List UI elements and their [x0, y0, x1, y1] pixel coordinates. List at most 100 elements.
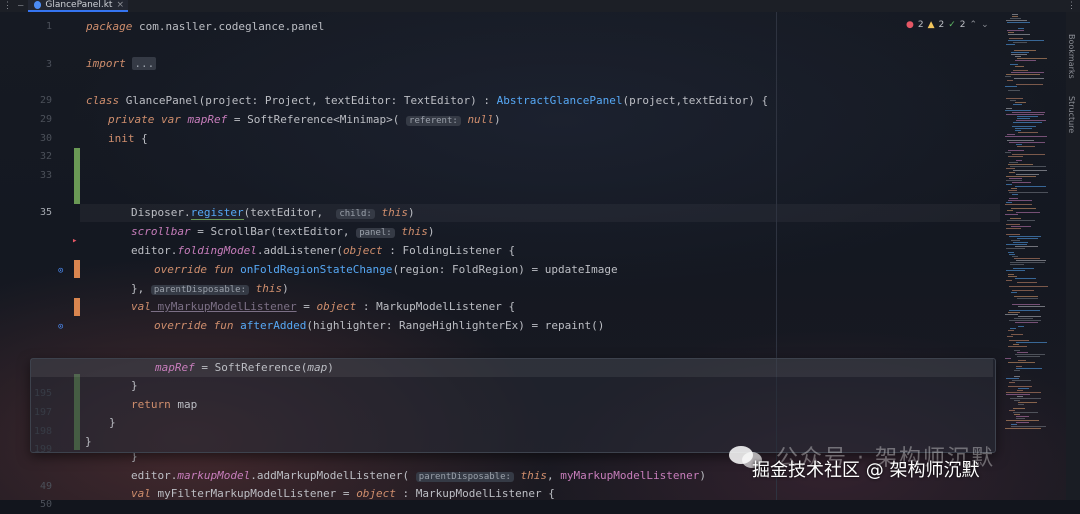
minimap-line [1005, 76, 1011, 77]
line-number: 29 [39, 114, 52, 125]
code-text: }, [131, 282, 151, 295]
minimap-line [1007, 80, 1013, 81]
minimap-line [1015, 186, 1046, 187]
minimap-line [1014, 318, 1033, 319]
minimap-line [1005, 314, 1018, 315]
keyword: private var [108, 113, 181, 126]
minimap-line [1005, 358, 1011, 359]
code-line: import ... [86, 55, 157, 73]
minimap-line [1017, 58, 1047, 59]
minimap-line [1006, 394, 1030, 395]
minimap-line [1013, 170, 1047, 171]
minimap-line [1017, 282, 1037, 283]
minimap-line [1011, 292, 1017, 293]
kotlin-file-icon [34, 1, 42, 9]
keyword: object [356, 487, 396, 500]
keyword: object [342, 244, 383, 257]
code-text: GlancePanel(project: Project, textEditor… [119, 94, 497, 107]
minimap-line [1009, 236, 1041, 237]
more-icon[interactable]: ⋮ [1067, 1, 1076, 11]
minimap-line [1016, 160, 1022, 161]
keyword: override fun [154, 319, 234, 332]
bookmarks-tool-button[interactable]: Bookmarks [1067, 34, 1076, 79]
minimap-line [1018, 360, 1026, 361]
minimap-line [1016, 418, 1025, 419]
minimap-line [1015, 56, 1021, 57]
code-text: = [296, 300, 317, 313]
inspection-widget[interactable]: ● 2 ▲ 2 ✓ 2 ⌃ ⌄ [906, 20, 989, 30]
minimap-line [1013, 412, 1038, 413]
minimap-line [1008, 346, 1027, 347]
minimap-line [1009, 198, 1018, 199]
minimap-line [1013, 268, 1034, 269]
code-text: } [85, 435, 92, 448]
code-text: = ScrollBar(textEditor, [190, 225, 357, 238]
keyword: class [86, 94, 120, 107]
code-text: editor. [131, 244, 178, 257]
keyword: import [86, 57, 126, 70]
minimap-line [1010, 218, 1021, 219]
minimize-icon[interactable]: — [18, 1, 23, 11]
minimap-line [1016, 144, 1022, 145]
close-tab-icon[interactable]: × [116, 0, 124, 10]
minimap-line [1011, 240, 1020, 241]
keyword: val [131, 300, 151, 313]
code-text: myFilterMarkupModelListener = [150, 487, 357, 500]
minimap-line [1006, 420, 1039, 421]
minimap-line [1015, 66, 1024, 67]
structure-tool-button[interactable]: Structure [1067, 96, 1076, 133]
code-text: map [170, 398, 198, 411]
minimap-line [1008, 330, 1014, 331]
minimap-line [1010, 100, 1016, 101]
minimap-line [1009, 320, 1041, 321]
tab-glancepanel[interactable]: GlancePanel.kt × [28, 0, 128, 12]
minimap-line [1007, 336, 1013, 337]
minimap-line [1014, 50, 1036, 51]
minimap-line [1008, 32, 1014, 33]
minimap-line [1010, 264, 1024, 265]
code-line: override fun afterAdded(highlighter: Ran… [154, 317, 604, 335]
minimap-line [1008, 150, 1024, 151]
code-text: = SoftReference<Minimap>( [227, 113, 400, 126]
minimap-line [1012, 256, 1018, 257]
line-number: 3 [45, 59, 52, 70]
minimap-line [1006, 114, 1044, 115]
code-glance-minimap[interactable] [1005, 12, 1063, 500]
minimap-line [1016, 416, 1029, 417]
function-call: register [190, 206, 244, 220]
minimap-line [1016, 342, 1047, 343]
minimap-line [1007, 210, 1013, 211]
folded-imports[interactable]: ... [132, 57, 157, 70]
code-text: ) [327, 361, 334, 374]
minimap-line [1010, 328, 1016, 329]
minimap-line [1017, 116, 1038, 117]
minimap-line [1018, 28, 1024, 29]
minimap-line [1016, 84, 1043, 85]
parameter-hint: parentDisposable: [415, 472, 514, 482]
chevron-up-icon[interactable]: ⌃ [970, 20, 978, 30]
tab-menu-icon[interactable]: ⋮ [3, 1, 12, 11]
chevron-down-icon[interactable]: ⌄ [981, 20, 989, 30]
tab-title: GlancePanel.kt [45, 0, 113, 10]
popup-code-line: mapRef = SoftReference(map) [155, 359, 334, 377]
code-line: override fun onFoldRegionStateChange(reg… [154, 261, 618, 279]
minimap-line [1008, 164, 1033, 165]
code-text: editor. [131, 469, 178, 482]
minimap-line [1014, 370, 1020, 371]
minimap-line [1017, 396, 1023, 397]
check-count: 2 [959, 20, 966, 30]
minimap-line [1015, 130, 1021, 131]
keyword: this [255, 282, 283, 295]
minimap-line [1008, 362, 1035, 363]
code-line: private var mapRef = SoftReference<Minim… [108, 111, 501, 129]
keyword: this [401, 225, 428, 238]
minimap-line [1011, 188, 1017, 189]
minimap-line [1009, 38, 1023, 39]
minimap-line [1012, 112, 1045, 113]
minimap-line [1010, 262, 1045, 263]
minimap-line [1016, 368, 1042, 369]
minimap-line [1010, 64, 1018, 65]
keyword: object [316, 300, 357, 313]
keyword: null [467, 113, 494, 126]
minimap-line [1014, 296, 1038, 297]
